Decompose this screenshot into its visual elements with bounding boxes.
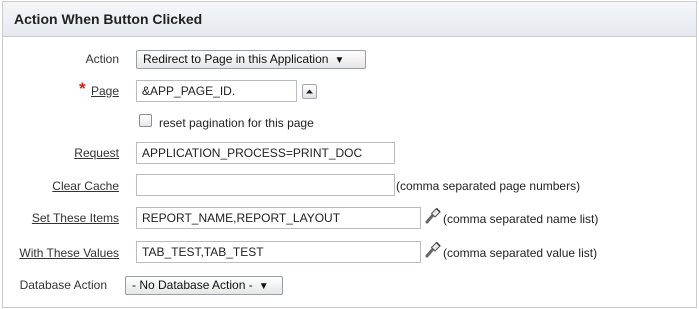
page-label[interactable]: Page	[60, 84, 119, 98]
reset-pagination-label: reset pagination for this page	[159, 116, 314, 130]
request-input[interactable]: APPLICATION_PROCESS=PRINT_DOC	[136, 142, 395, 164]
set-items-label[interactable]: Set These Items	[10, 211, 119, 225]
flashlight-icon[interactable]	[423, 239, 443, 259]
reset-pagination-checkbox[interactable]	[139, 114, 152, 127]
set-items-input[interactable]: REPORT_NAME,REPORT_LAYOUT	[136, 207, 421, 229]
region-title: Action When Button Clicked	[14, 11, 203, 27]
clear-cache-label[interactable]: Clear Cache	[30, 179, 119, 193]
with-values-label[interactable]: With These Values	[0, 246, 119, 260]
flashlight-icon[interactable]	[423, 205, 443, 225]
page-lov-button[interactable]	[302, 84, 317, 99]
chevron-up-icon	[306, 89, 313, 94]
with-values-hint: (comma separated value list)	[443, 246, 598, 260]
set-items-hint: (comma separated name list)	[443, 212, 599, 226]
action-label: Action	[85, 52, 119, 66]
database-action-label: Database Action	[19, 278, 107, 292]
dropdown-arrow-icon: ▼	[334, 55, 345, 66]
request-label[interactable]: Request	[40, 146, 119, 160]
database-action-value: - No Database Action -	[132, 278, 253, 292]
database-action-select[interactable]: - No Database Action - ▼	[125, 276, 283, 295]
clear-cache-input[interactable]	[136, 174, 395, 196]
clear-cache-hint: (comma separated page numbers)	[396, 179, 581, 193]
dropdown-arrow-icon: ▼	[258, 281, 269, 292]
region-header: Action When Button Clicked	[3, 2, 696, 37]
action-select-value: Redirect to Page in this Application	[143, 52, 329, 66]
page-input[interactable]: &APP_PAGE_ID.	[136, 80, 297, 102]
with-values-input[interactable]: TAB_TEST,TAB_TEST	[136, 241, 421, 263]
action-select[interactable]: Redirect to Page in this Application ▼	[136, 50, 366, 69]
